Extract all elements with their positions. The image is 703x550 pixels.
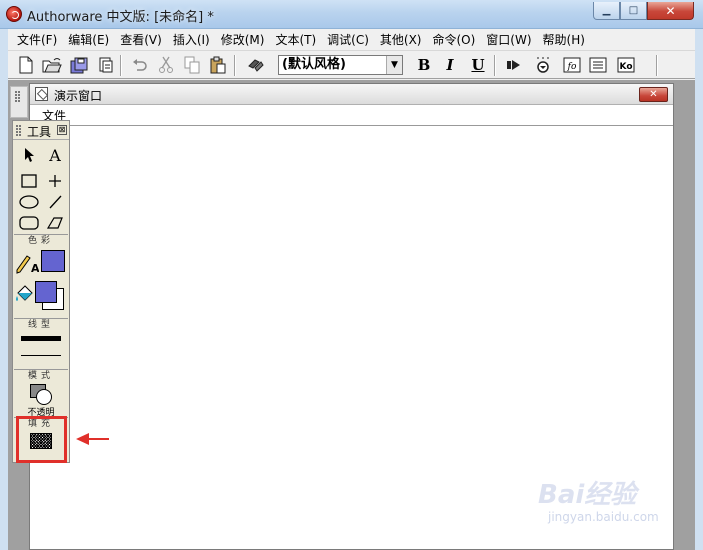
run-icon[interactable] [504, 55, 524, 75]
new-icon[interactable] [16, 55, 36, 75]
text-style-value: (默认风格) [282, 57, 346, 72]
presentation-window-icon [35, 87, 48, 101]
menu-window[interactable]: 窗口(W) [481, 31, 537, 48]
undo-icon[interactable] [130, 55, 150, 75]
main-toolbar: (默认风格) ▼ B I U fo Ko [8, 50, 695, 79]
tools-palette: 工具 ⊠ A 色彩 A 线型 模式 不透明 填充 [12, 120, 70, 463]
open-icon[interactable] [42, 55, 62, 75]
grip-handle[interactable] [15, 91, 17, 93]
authorware-app-icon[interactable] [6, 6, 22, 22]
pointer-tool-icon[interactable] [18, 145, 40, 165]
fill-bucket-icon[interactable] [14, 284, 36, 306]
menu-edit[interactable]: 编辑(E) [63, 31, 115, 48]
menu-view[interactable]: 查看(V) [115, 31, 168, 48]
control-panel-icon[interactable] [534, 55, 554, 75]
pencil-text-color-icon[interactable]: A [15, 252, 39, 274]
variables-icon[interactable] [588, 55, 608, 75]
text-tool-icon[interactable]: A [44, 145, 66, 165]
underline-button[interactable]: U [468, 55, 488, 75]
text-color-swatch[interactable] [41, 250, 65, 272]
maximize-button[interactable]: □ [620, 2, 647, 20]
presentation-title-bar[interactable]: 演示窗口 ✕ [30, 84, 673, 105]
grip-handle[interactable] [16, 125, 18, 127]
find-icon[interactable] [246, 55, 266, 75]
presentation-close-button[interactable]: ✕ [639, 87, 668, 102]
text-style-dropdown[interactable]: (默认风格) ▼ [278, 55, 403, 75]
menu-text[interactable]: 文本(T) [270, 31, 322, 48]
toolbar-separator [234, 55, 236, 76]
toolbar-separator [656, 55, 658, 76]
chevron-down-icon[interactable]: ▼ [386, 56, 402, 74]
presentation-title: 演示窗口 [54, 89, 103, 103]
close-icon: ✕ [665, 3, 676, 18]
copy-icon[interactable] [182, 55, 202, 75]
bold-button[interactable]: B [414, 55, 434, 75]
italic-button[interactable]: I [440, 55, 460, 75]
thin-line-option[interactable] [21, 355, 61, 356]
tools-palette-header[interactable]: 工具 ⊠ [13, 121, 69, 140]
icon-bar-strip[interactable] [10, 86, 28, 118]
watermark-url: jingyan.baidu.com [548, 510, 659, 524]
close-icon: ✕ [649, 89, 658, 100]
window-frame-left [0, 29, 8, 550]
toolbar-separator [120, 55, 122, 76]
menu-other[interactable]: 其他(X) [375, 31, 428, 48]
knowledge-objects-label: Ko [620, 62, 633, 72]
tools-palette-title: 工具 [27, 125, 52, 139]
thick-line-option[interactable] [21, 336, 61, 341]
tools-palette-close-icon[interactable]: ⊠ [57, 125, 67, 135]
title-bar: Authorware 中文版: [未命名] * ▁ □ ✕ [0, 0, 703, 29]
close-button[interactable]: ✕ [647, 2, 694, 20]
minimize-icon: ▁ [602, 5, 611, 16]
red-arrow-annotation [76, 433, 109, 445]
menu-help[interactable]: 帮助(H) [538, 31, 591, 48]
presentation-menu-bar: 文件 [30, 105, 673, 126]
window-frame-right [695, 29, 703, 550]
ellipse-tool-icon[interactable] [18, 192, 40, 212]
menu-command[interactable]: 命令(O) [427, 31, 481, 48]
menu-file[interactable]: 文件(F) [12, 31, 63, 48]
window-title: Authorware 中文版: [未命名] * [27, 10, 214, 25]
rectangle-tool-icon[interactable] [18, 171, 40, 191]
mode-section-label: 模式 [14, 369, 68, 381]
minimize-button[interactable]: ▁ [593, 2, 620, 20]
polygon-tool-icon[interactable] [44, 213, 66, 233]
line-section-label: 线型 [14, 318, 68, 330]
line-tool-icon[interactable] [44, 192, 66, 212]
color-section-label: 色彩 [14, 234, 68, 246]
watermark: Bai经验 jingyan.baidu.com [538, 468, 688, 538]
menu-insert[interactable]: 插入(I) [168, 31, 216, 48]
maximize-icon: □ [628, 5, 639, 16]
paste-icon[interactable] [208, 55, 228, 75]
import-icon[interactable] [96, 55, 116, 75]
functions-label: fo [567, 62, 577, 72]
functions-icon[interactable]: fo [562, 55, 582, 75]
rounded-rectangle-tool-icon[interactable] [18, 213, 40, 233]
toolbar-separator [494, 55, 496, 76]
menu-bar: 文件(F) 编辑(E) 查看(V) 插入(I) 修改(M) 文本(T) 调试(C… [8, 29, 695, 50]
foreground-color-swatch[interactable] [35, 281, 57, 303]
cut-icon[interactable] [156, 55, 176, 75]
crosshair-tool-icon[interactable] [44, 171, 66, 191]
highlight-annotation-box [16, 416, 67, 463]
mode-preview-circle[interactable] [36, 389, 52, 405]
menu-modify[interactable]: 修改(M) [216, 31, 271, 48]
watermark-logo-text: Bai经验 [538, 480, 637, 510]
window-controls: ▁ □ ✕ [593, 2, 694, 20]
text-color-label: A [31, 262, 39, 274]
knowledge-objects-icon[interactable]: Ko [616, 55, 636, 75]
save-all-icon[interactable] [70, 55, 90, 75]
menu-debug[interactable]: 调试(C) [322, 31, 375, 48]
